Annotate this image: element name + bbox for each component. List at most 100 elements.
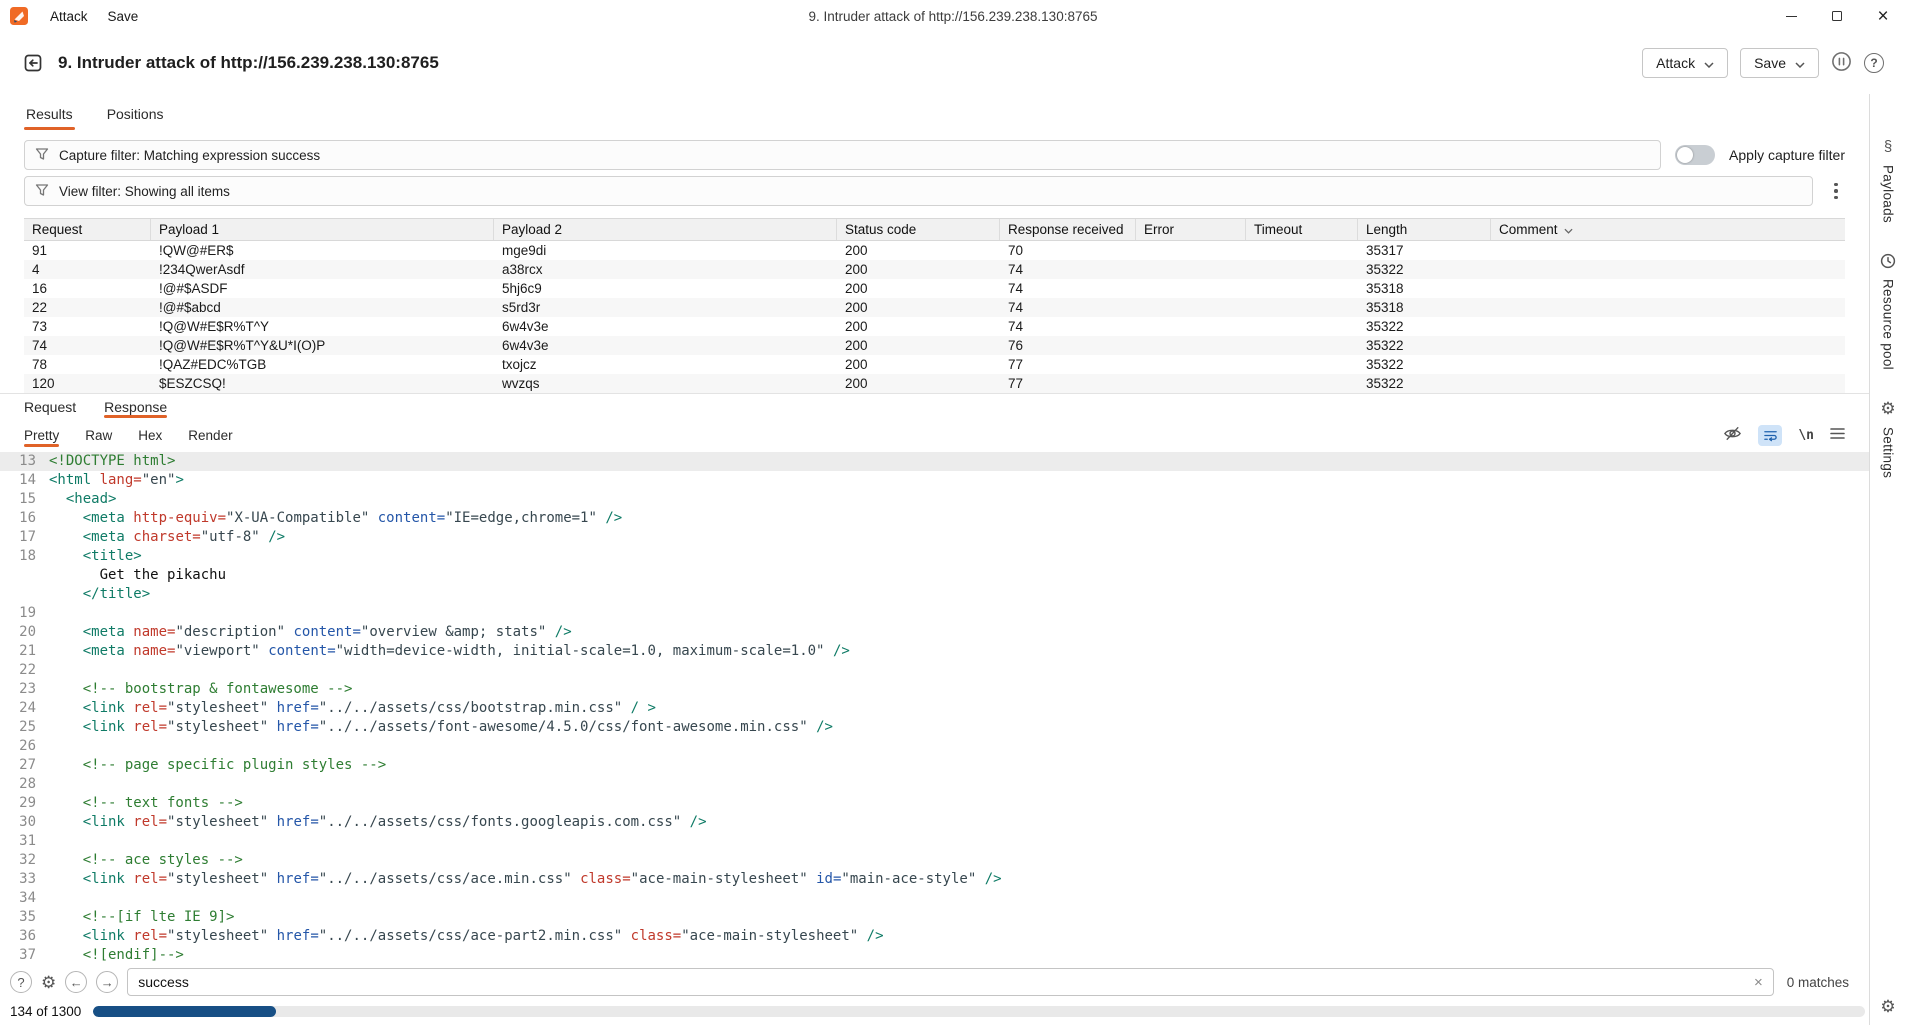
attack-button[interactable]: Attack xyxy=(1642,48,1728,78)
minimize-button[interactable] xyxy=(1768,0,1814,32)
table-row[interactable]: 120$ESZCSQ!wvzqs2007735322 xyxy=(24,374,1845,393)
maximize-button[interactable] xyxy=(1814,0,1860,32)
view-tabs: Pretty Raw Hex Render \n xyxy=(0,420,1869,450)
tab-results[interactable]: Results xyxy=(24,94,75,134)
editor-menu-icon[interactable] xyxy=(1830,427,1845,443)
code-text: <!-- bootstrap & fontawesome --> xyxy=(36,680,352,699)
table-cell: 6w4v3e xyxy=(494,336,837,355)
line-number: 33 xyxy=(0,870,36,889)
code-text xyxy=(36,889,49,908)
tab-raw[interactable]: Raw xyxy=(85,420,112,450)
column-header-payload-2[interactable]: Payload 2 xyxy=(494,219,837,240)
hide-highlights-icon[interactable] xyxy=(1723,424,1742,446)
table-cell xyxy=(1246,260,1358,279)
code-text: <link rel="stylesheet" href="../../asset… xyxy=(36,813,707,832)
help-icon[interactable]: ? xyxy=(1864,53,1884,73)
column-header-length[interactable]: Length xyxy=(1358,219,1491,240)
previous-match-button[interactable]: ← xyxy=(65,971,87,993)
next-match-button[interactable]: → xyxy=(96,971,118,993)
table-cell xyxy=(1491,298,1845,317)
line-number: 20 xyxy=(0,623,36,642)
pause-icon[interactable] xyxy=(1831,51,1852,75)
column-header-timeout[interactable]: Timeout xyxy=(1246,219,1358,240)
line-number: 15 xyxy=(0,490,36,509)
search-settings-icon[interactable]: ⚙ xyxy=(41,974,56,991)
line-number: 19 xyxy=(0,604,36,623)
editor-line: 30 <link rel="stylesheet" href="../../as… xyxy=(0,813,1869,832)
code-text: <title> xyxy=(36,547,142,566)
table-row[interactable]: 22!@#$abcds5rd3r2007435318 xyxy=(24,298,1845,317)
table-cell: 200 xyxy=(837,336,1000,355)
table-cell: 74 xyxy=(1000,279,1136,298)
table-row[interactable]: 91!QW@#ER$mge9di2007035317 xyxy=(24,241,1845,260)
table-row[interactable]: 73!Q@W#E$R%T^Y6w4v3e2007435322 xyxy=(24,317,1845,336)
sidebar-item-payloads[interactable]: § Payloads xyxy=(1881,138,1896,223)
table-cell: 5hj6c9 xyxy=(494,279,837,298)
editor-line: 37 <![endif]--> xyxy=(0,946,1869,965)
editor-lines: 13<!DOCTYPE html>14<html lang="en">15 <h… xyxy=(0,452,1869,965)
table-cell: 200 xyxy=(837,374,1000,393)
table-cell xyxy=(1491,241,1845,260)
view-filter-bar[interactable]: View filter: Showing all items xyxy=(24,176,1813,206)
editor-line: 14<html lang="en"> xyxy=(0,471,1869,490)
tab-response[interactable]: Response xyxy=(104,394,167,420)
table-header: Request Payload 1 Payload 2 Status code … xyxy=(24,218,1845,241)
table-cell: 91 xyxy=(24,241,151,260)
column-header-response-received[interactable]: Response received xyxy=(1000,219,1136,240)
close-button[interactable]: × xyxy=(1860,0,1906,32)
table-row[interactable]: 4!234QwerAsdfa38rcx2007435322 xyxy=(24,260,1845,279)
line-number: 31 xyxy=(0,832,36,851)
column-header-payload-1[interactable]: Payload 1 xyxy=(151,219,494,240)
column-header-status-code[interactable]: Status code xyxy=(837,219,1000,240)
sidebar-item-settings[interactable]: ⚙ Settings xyxy=(1880,400,1895,478)
table-cell xyxy=(1246,279,1358,298)
apply-capture-filter-toggle[interactable] xyxy=(1675,145,1715,165)
table-cell xyxy=(1136,374,1246,393)
tab-request[interactable]: Request xyxy=(24,394,76,420)
kebab-menu-icon[interactable] xyxy=(1827,180,1845,202)
top-tabs: Results Positions xyxy=(0,94,1869,134)
code-text: Get the pikachu xyxy=(36,566,226,585)
global-settings-button[interactable]: ⚙ xyxy=(1880,998,1895,1015)
table-cell xyxy=(1136,279,1246,298)
burp-logo-icon xyxy=(10,7,28,25)
column-header-error[interactable]: Error xyxy=(1136,219,1246,240)
show-newlines-icon[interactable]: \n xyxy=(1798,428,1814,443)
tab-render[interactable]: Render xyxy=(188,420,232,450)
tab-pretty[interactable]: Pretty xyxy=(24,420,59,450)
chevron-down-icon xyxy=(1564,222,1573,237)
line-number: 13 xyxy=(0,452,36,471)
table-cell xyxy=(1136,260,1246,279)
table-cell: 35318 xyxy=(1358,298,1491,317)
search-help-icon[interactable]: ? xyxy=(10,971,32,993)
table-cell: 73 xyxy=(24,317,151,336)
column-header-request[interactable]: Request xyxy=(24,219,151,240)
line-number: 16 xyxy=(0,509,36,528)
tab-hex[interactable]: Hex xyxy=(138,420,162,450)
table-cell: 35322 xyxy=(1358,374,1491,393)
response-editor[interactable]: 13<!DOCTYPE html>14<html lang="en">15 <h… xyxy=(0,450,1869,966)
search-input[interactable] xyxy=(138,974,1746,990)
editor-line: 31 xyxy=(0,832,1869,851)
column-header-comment[interactable]: Comment xyxy=(1491,219,1845,240)
save-button[interactable]: Save xyxy=(1740,48,1819,78)
table-cell xyxy=(1491,317,1845,336)
sidebar-item-resource-pool[interactable]: Resource pool xyxy=(1880,253,1896,370)
line-number xyxy=(0,566,36,585)
table-cell: txojcz xyxy=(494,355,837,374)
capture-filter-bar[interactable]: Capture filter: Matching expression succ… xyxy=(24,140,1661,170)
line-number: 32 xyxy=(0,851,36,870)
table-cell: 200 xyxy=(837,279,1000,298)
table-row[interactable]: 78!QAZ#EDC%TGBtxojcz2007735322 xyxy=(24,355,1845,374)
clear-search-icon[interactable]: × xyxy=(1754,975,1763,990)
word-wrap-icon[interactable] xyxy=(1758,425,1782,446)
dock-back-icon[interactable] xyxy=(22,52,44,74)
table-row[interactable]: 16!@#$ASDF5hj6c92007435318 xyxy=(24,279,1845,298)
table-cell xyxy=(1136,317,1246,336)
menu-save[interactable]: Save xyxy=(98,0,149,32)
tab-positions[interactable]: Positions xyxy=(105,94,166,134)
menu-attack[interactable]: Attack xyxy=(40,0,98,32)
table-row[interactable]: 74!Q@W#E$R%T^Y&U*I(O)P6w4v3e2007635322 xyxy=(24,336,1845,355)
table-cell xyxy=(1246,317,1358,336)
table-cell xyxy=(1491,355,1845,374)
